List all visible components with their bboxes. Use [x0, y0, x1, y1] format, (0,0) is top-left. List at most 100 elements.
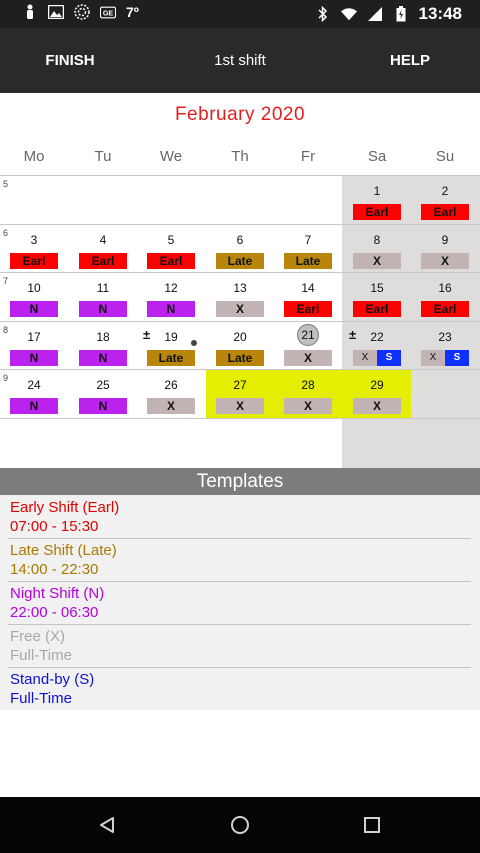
weekday-su: Su	[435, 148, 455, 165]
person-icon	[22, 4, 38, 20]
day-cell-4[interactable]: 4 Earl	[69, 224, 137, 272]
shift-badge-free: X	[284, 398, 332, 414]
day-number: 26	[164, 378, 178, 392]
day-number: 15	[370, 281, 384, 295]
shift-badge-earl: Earl	[421, 204, 469, 220]
battery-icon	[393, 6, 409, 22]
week-number: 5	[3, 179, 9, 189]
bluetooth-icon	[315, 6, 331, 22]
day-number: 20	[233, 330, 247, 344]
day-cell-23[interactable]: 23 X S	[411, 321, 479, 369]
day-cell-11[interactable]: 11 N	[69, 272, 137, 320]
day-cell-10[interactable]: 10 N	[0, 272, 68, 320]
shift-badge-earl: Earl	[421, 301, 469, 317]
day-cell-19[interactable]: 19 ± Late	[137, 321, 205, 369]
shift-badge-late: Late	[284, 253, 332, 269]
day-number: 16	[438, 281, 452, 295]
day-number: 10	[27, 281, 41, 295]
template-detail: Full-Time	[10, 647, 72, 664]
day-cell-14[interactable]: 14 Earl	[274, 272, 342, 320]
shift-badge-night: N	[79, 350, 127, 366]
template-item[interactable]: Stand-by (S) Full-Time	[0, 667, 480, 710]
template-item[interactable]: Night Shift (N) 22:00 - 06:30	[0, 581, 480, 624]
clock-text: 13:48	[418, 4, 462, 23]
day-cell-21[interactable]: 21 X	[274, 321, 342, 369]
shift-badge-late: Late	[147, 350, 195, 366]
weekday-fr: Fr	[300, 148, 316, 165]
template-item[interactable]: Early Shift (Earl) 07:00 - 15:30	[0, 495, 480, 538]
radar-icon	[74, 4, 90, 20]
shift-badge-free: X	[353, 253, 401, 269]
day-number: 11	[96, 281, 110, 295]
day-cell-8[interactable]: 8X	[343, 224, 411, 272]
split-shift-badge: XS	[353, 350, 401, 366]
recents-icon[interactable]	[357, 810, 387, 840]
action-bar: FINISH 1st shift HELP	[0, 28, 480, 93]
day-cell-17[interactable]: 17 N	[0, 321, 68, 369]
day-cell-15[interactable]: 15 Earl	[343, 272, 411, 320]
modified-mark: ±	[349, 327, 357, 342]
day-cell-28[interactable]: 28 X	[274, 369, 342, 417]
selected-day-number: 21	[297, 324, 319, 346]
ge-icon: GE	[100, 4, 116, 20]
day-cell-7[interactable]: 7 Late	[274, 224, 342, 272]
day-cell-12[interactable]: 12 N	[137, 272, 205, 320]
day-cell-26[interactable]: 26 X	[137, 369, 205, 417]
day-cell-3[interactable]: 3 Earl	[0, 224, 68, 272]
shift-badge-free: X	[421, 350, 445, 366]
day-cell-9[interactable]: 9X	[411, 224, 479, 272]
day-cell-20[interactable]: 20 Late	[206, 321, 274, 369]
day-cell-2[interactable]: 2 Earl	[411, 175, 479, 223]
template-name: Night Shift (N)	[10, 585, 105, 602]
day-number: 17	[27, 330, 41, 344]
day-cell-29[interactable]: 29 X	[343, 369, 411, 417]
shift-badge-earl: Earl	[284, 301, 332, 317]
day-number: 9	[441, 233, 449, 247]
day-number: 27	[233, 378, 247, 392]
template-name: Stand-by (S)	[10, 671, 95, 688]
wifi-icon	[340, 6, 357, 22]
shift-badge-free: X	[284, 350, 332, 366]
day-number: 6	[236, 233, 244, 247]
shift-badge-late: Late	[216, 253, 264, 269]
day-cell-25[interactable]: 25 N	[69, 369, 137, 417]
day-number: 7	[304, 233, 312, 247]
shift-badge-night: N	[147, 301, 195, 317]
day-number: 5	[167, 233, 175, 247]
shift-badge-late: Late	[216, 350, 264, 366]
day-cell-22[interactable]: 22 ± X S	[343, 321, 411, 369]
day-number: 12	[164, 281, 178, 295]
template-item[interactable]: Free (X) Full-Time	[0, 624, 480, 667]
day-cell-6[interactable]: 6 Late	[206, 224, 274, 272]
shift-badge-standby: S	[445, 350, 469, 366]
modified-mark: ±	[143, 327, 151, 342]
shift-badge-night: N	[10, 398, 58, 414]
shift-badge-earl: Earl	[147, 253, 195, 269]
day-number: 23	[438, 330, 452, 344]
day-cell-27[interactable]: 27 X	[206, 369, 274, 417]
weekday-mo: Mo	[23, 148, 45, 165]
weekday-th: Th	[231, 148, 249, 165]
help-button[interactable]: HELP	[340, 28, 480, 93]
template-item[interactable]: Late Shift (Late) 14:00 - 22:30	[0, 538, 480, 581]
template-name: Free (X)	[10, 628, 66, 645]
shift-badge-earl: Earl	[353, 301, 401, 317]
day-number: 25	[96, 378, 110, 392]
back-icon[interactable]	[92, 810, 122, 840]
shift-badge-night: N	[10, 301, 58, 317]
day-cell-13[interactable]: 13 X	[206, 272, 274, 320]
shift-badge-free: X	[421, 253, 469, 269]
shift-selector-button[interactable]: 1st shift	[160, 28, 320, 93]
template-name: Early Shift (Earl)	[10, 499, 120, 516]
day-cell-1[interactable]: 1 Earl	[343, 175, 411, 223]
day-cell-5[interactable]: 5 Earl	[137, 224, 205, 272]
day-cell-16[interactable]: 16 Earl	[411, 272, 479, 320]
finish-button[interactable]: FINISH	[0, 28, 140, 93]
shift-badge-earl: Earl	[10, 253, 58, 269]
home-icon[interactable]	[225, 810, 255, 840]
weekday-we: We	[159, 148, 183, 165]
day-cell-24[interactable]: 24 N	[0, 369, 68, 417]
weekday-sa: Sa	[367, 148, 387, 165]
weekday-tu: Tu	[94, 148, 112, 165]
day-cell-18[interactable]: 18 N	[69, 321, 137, 369]
